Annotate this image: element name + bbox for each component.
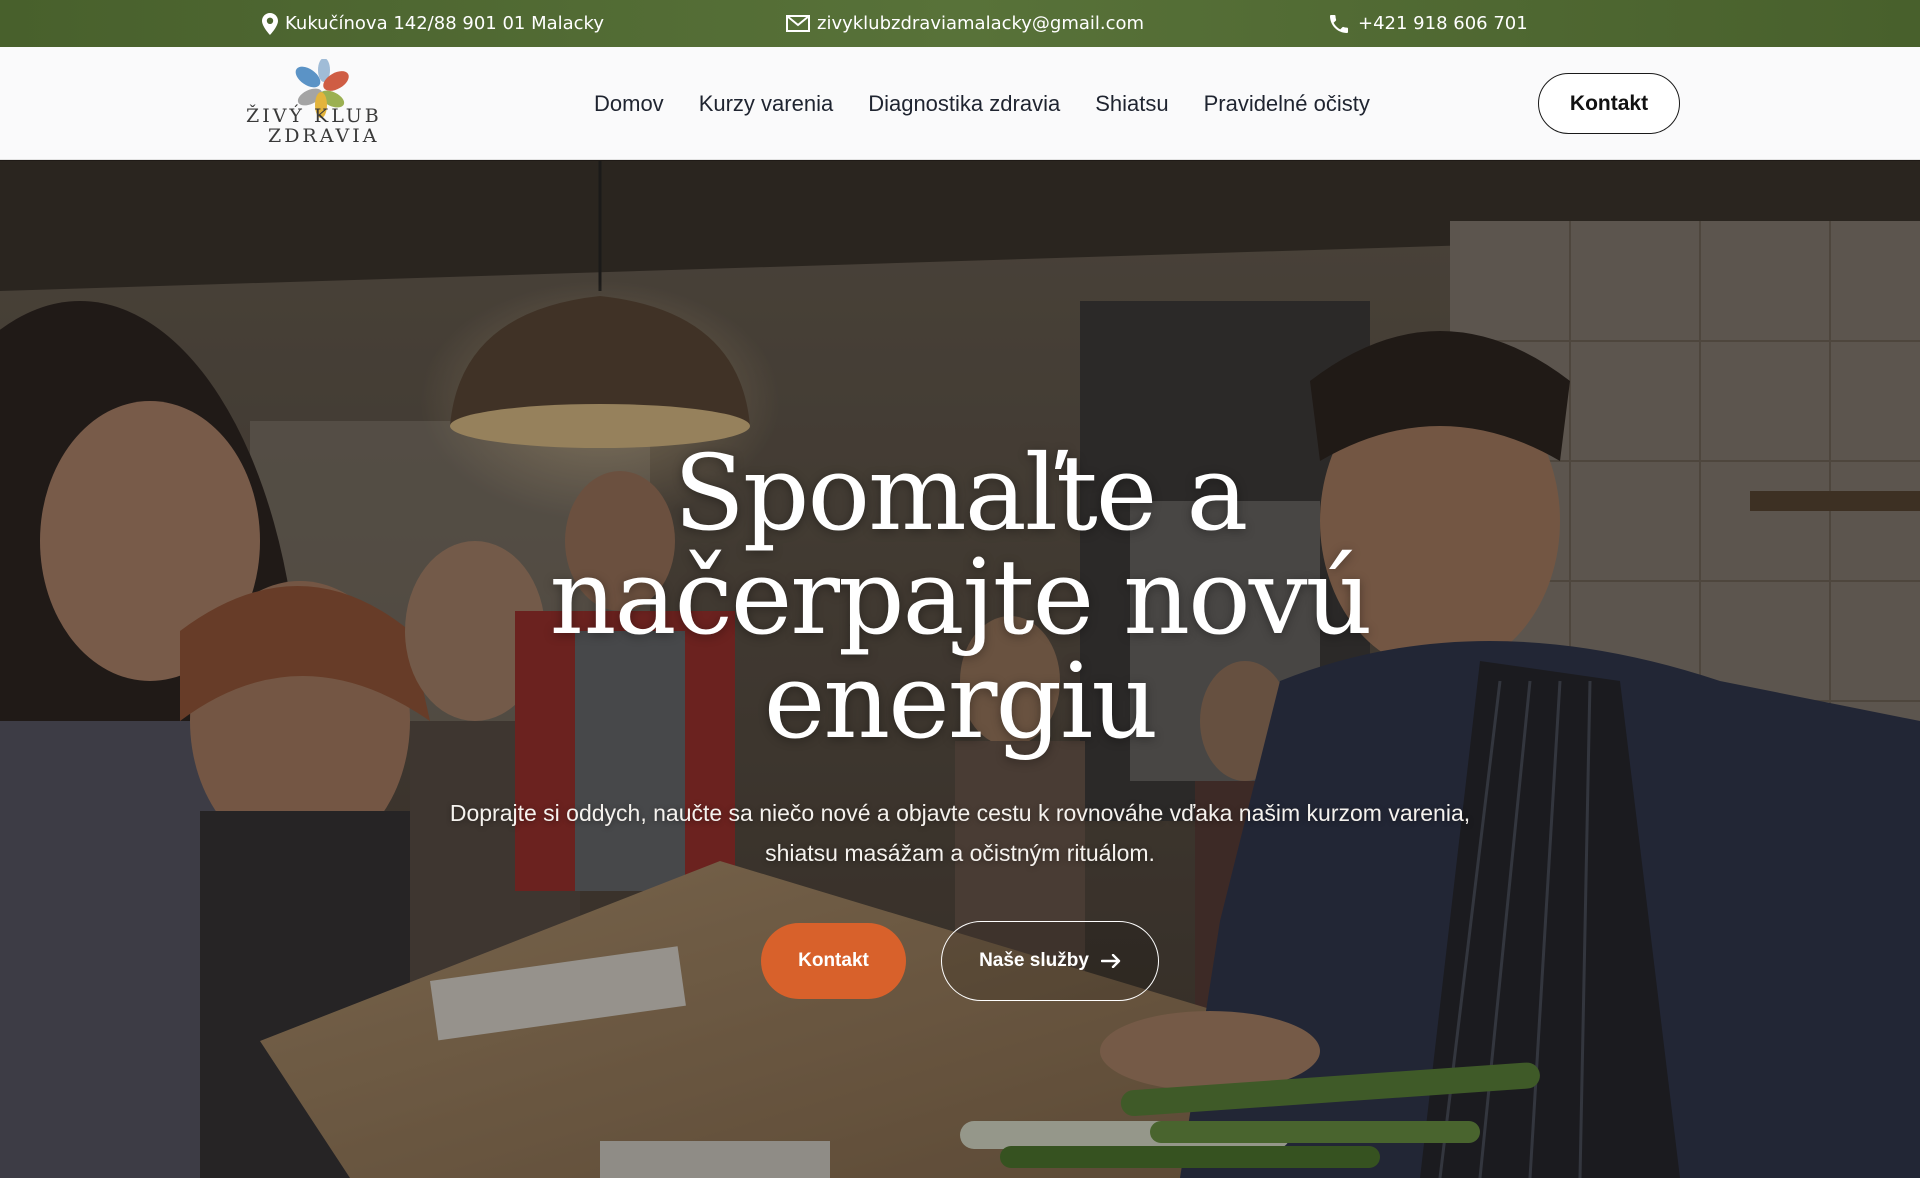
topbar-email[interactable]: zivyklubzdraviamalacky@gmail.com bbox=[786, 0, 1144, 47]
envelope-icon bbox=[786, 15, 817, 32]
address-text: Kukučínova 142/88 901 01 Malacky bbox=[285, 13, 604, 34]
nav-item-shiatsu[interactable]: Shiatsu bbox=[1095, 91, 1168, 117]
topbar-phone[interactable]: +421 918 606 701 bbox=[1327, 0, 1528, 47]
header-contact-button[interactable]: Kontakt bbox=[1538, 73, 1680, 134]
nav-item-kurzy-varenia[interactable]: Kurzy varenia bbox=[699, 91, 834, 117]
topbar-address[interactable]: Kukučínova 142/88 901 01 Malacky bbox=[262, 0, 604, 47]
nav-item-domov[interactable]: Domov bbox=[594, 91, 664, 117]
hero-section: Spomaľte a načerpajte novú energiu Dopra… bbox=[0, 161, 1920, 1178]
services-button-label: Naše služby bbox=[979, 950, 1089, 971]
hero-title: Spomaľte a načerpajte novú energiu bbox=[549, 432, 1372, 762]
nav-item-diagnostika-zdravia[interactable]: Diagnostika zdravia bbox=[868, 91, 1060, 117]
map-pin-icon bbox=[262, 12, 285, 35]
hero-subtitle: Doprajte si oddych, naučte sa niečo nové… bbox=[449, 800, 1471, 866]
arrow-right-icon bbox=[1100, 954, 1121, 968]
main-nav: Domov Kurzy varenia Diagnostika zdravia … bbox=[594, 47, 1370, 160]
phone-icon bbox=[1327, 12, 1358, 36]
site-logo[interactable]: ŽIVÝ KLUB ZDRAVIA bbox=[244, 58, 404, 151]
phone-text: +421 918 606 701 bbox=[1358, 13, 1528, 34]
hero-contact-button[interactable]: Kontakt bbox=[761, 923, 906, 999]
site-header: ŽIVÝ KLUB ZDRAVIA Domov Kurzy varenia Di… bbox=[0, 47, 1920, 160]
top-info-bar: Kukučínova 142/88 901 01 Malacky zivyklu… bbox=[0, 0, 1920, 47]
logo-text-line2: ZDRAVIA bbox=[268, 125, 380, 147]
nav-item-pravidelne-ocisty[interactable]: Pravidelné očisty bbox=[1204, 91, 1370, 117]
hero-services-button[interactable]: Naše služby bbox=[941, 921, 1159, 1001]
logo-text-line1: ŽIVÝ KLUB bbox=[246, 105, 382, 127]
email-text: zivyklubzdraviamalacky@gmail.com bbox=[817, 13, 1145, 34]
